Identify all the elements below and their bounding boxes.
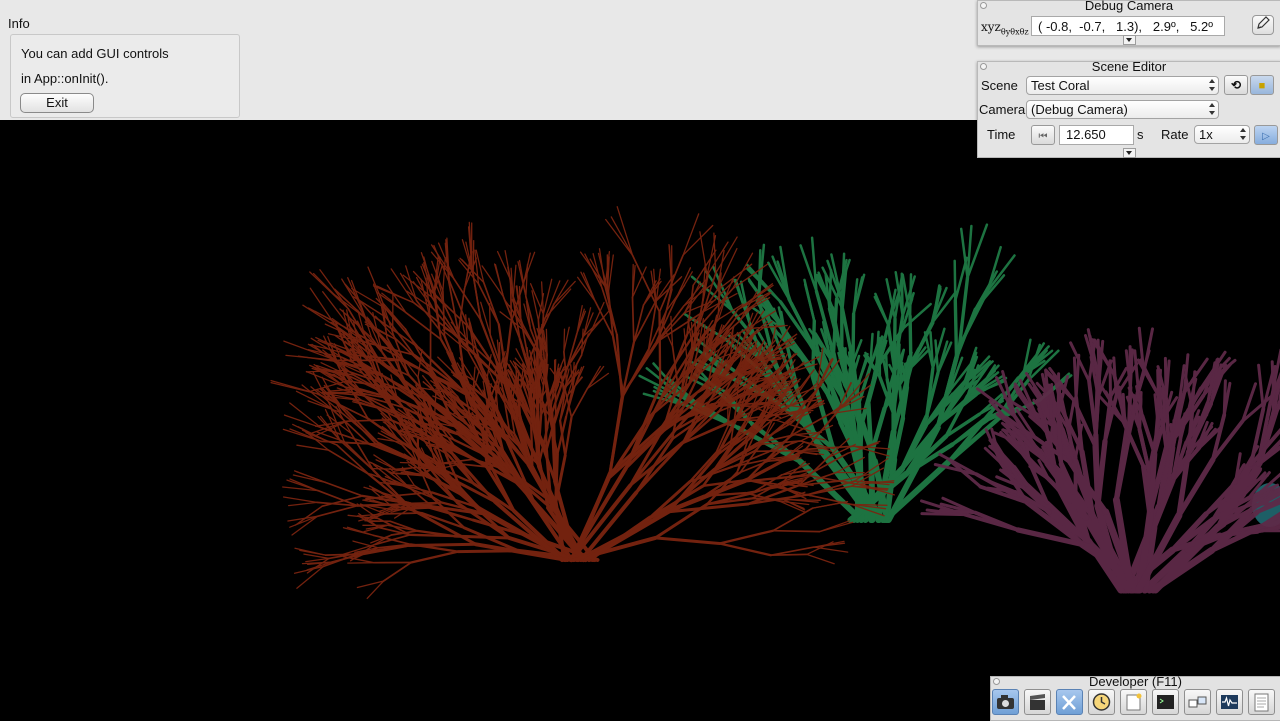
camera-select[interactable]: (Debug Camera) xyxy=(1026,100,1219,119)
chevron-down-icon[interactable] xyxy=(1123,148,1136,158)
developer-title: Developer (F11) xyxy=(991,674,1280,689)
rate-select[interactable]: 1x xyxy=(1194,125,1250,144)
lock-button[interactable]: ■ xyxy=(1250,75,1274,95)
time-reset-button[interactable]: ⏮ xyxy=(1031,125,1055,145)
scene-select[interactable]: Test Coral xyxy=(1026,76,1219,95)
select-arrows-icon xyxy=(1240,128,1246,140)
rewind-icon: ⏮ xyxy=(1039,131,1048,142)
purple-coral xyxy=(922,328,1280,590)
render-viewport[interactable] xyxy=(0,120,1280,720)
tools-icon[interactable] xyxy=(1056,689,1083,715)
camera-icon[interactable] xyxy=(992,689,1019,715)
windows-icon[interactable] xyxy=(1184,689,1211,715)
reload-icon: ⟲ xyxy=(1231,78,1241,92)
time-unit: s xyxy=(1137,127,1144,142)
debug-camera-panel: Debug Camera xyzθyθxθz ( -0.8, -0.7, 1.3… xyxy=(977,0,1280,46)
camera-coordinates-label: xyzθyθxθz xyxy=(981,20,1029,36)
scene-select-value: Test Coral xyxy=(1031,78,1090,93)
info-panel: You can add GUI controls in App::onInit(… xyxy=(10,34,240,118)
camera-select-value: (Debug Camera) xyxy=(1031,102,1128,117)
exit-button[interactable]: Exit xyxy=(20,93,94,113)
note-icon[interactable] xyxy=(1120,689,1147,715)
rate-select-value: 1x xyxy=(1199,127,1213,142)
chevron-down-icon[interactable] xyxy=(1123,35,1136,45)
red-coral xyxy=(271,207,894,599)
waveform-icon[interactable] xyxy=(1216,689,1243,715)
scene-editor-title: Scene Editor xyxy=(978,59,1280,74)
select-arrows-icon xyxy=(1209,103,1215,115)
info-text-line-1: You can add GUI controls xyxy=(21,46,169,61)
document-icon[interactable] xyxy=(1248,689,1275,715)
play-button[interactable]: ▷ xyxy=(1254,125,1278,145)
rate-label: Rate xyxy=(1161,127,1188,142)
pencil-icon xyxy=(1256,16,1270,30)
reload-scene-button[interactable]: ⟲ xyxy=(1224,75,1248,95)
lock-icon: ■ xyxy=(1259,80,1266,92)
select-arrows-icon xyxy=(1209,79,1215,91)
clock-icon[interactable] xyxy=(1088,689,1115,715)
scene-label: Scene xyxy=(981,78,1018,93)
debug-camera-title: Debug Camera xyxy=(978,0,1280,13)
coral-scene xyxy=(0,120,1280,720)
terminal-icon[interactable] xyxy=(1152,689,1179,715)
time-field[interactable]: 12.650 xyxy=(1059,125,1134,145)
time-label: Time xyxy=(987,127,1015,142)
info-panel-title: Info xyxy=(8,16,30,31)
play-icon: ▷ xyxy=(1262,131,1270,142)
clapperboard-icon[interactable] xyxy=(1024,689,1051,715)
camera-control-button[interactable] xyxy=(1252,15,1274,35)
info-text-line-2: in App::onInit(). xyxy=(21,71,108,86)
camera-coordinates-field[interactable]: ( -0.8, -0.7, 1.3), 2.9º, 5.2º xyxy=(1031,16,1225,36)
camera-label: Camera xyxy=(979,102,1025,117)
